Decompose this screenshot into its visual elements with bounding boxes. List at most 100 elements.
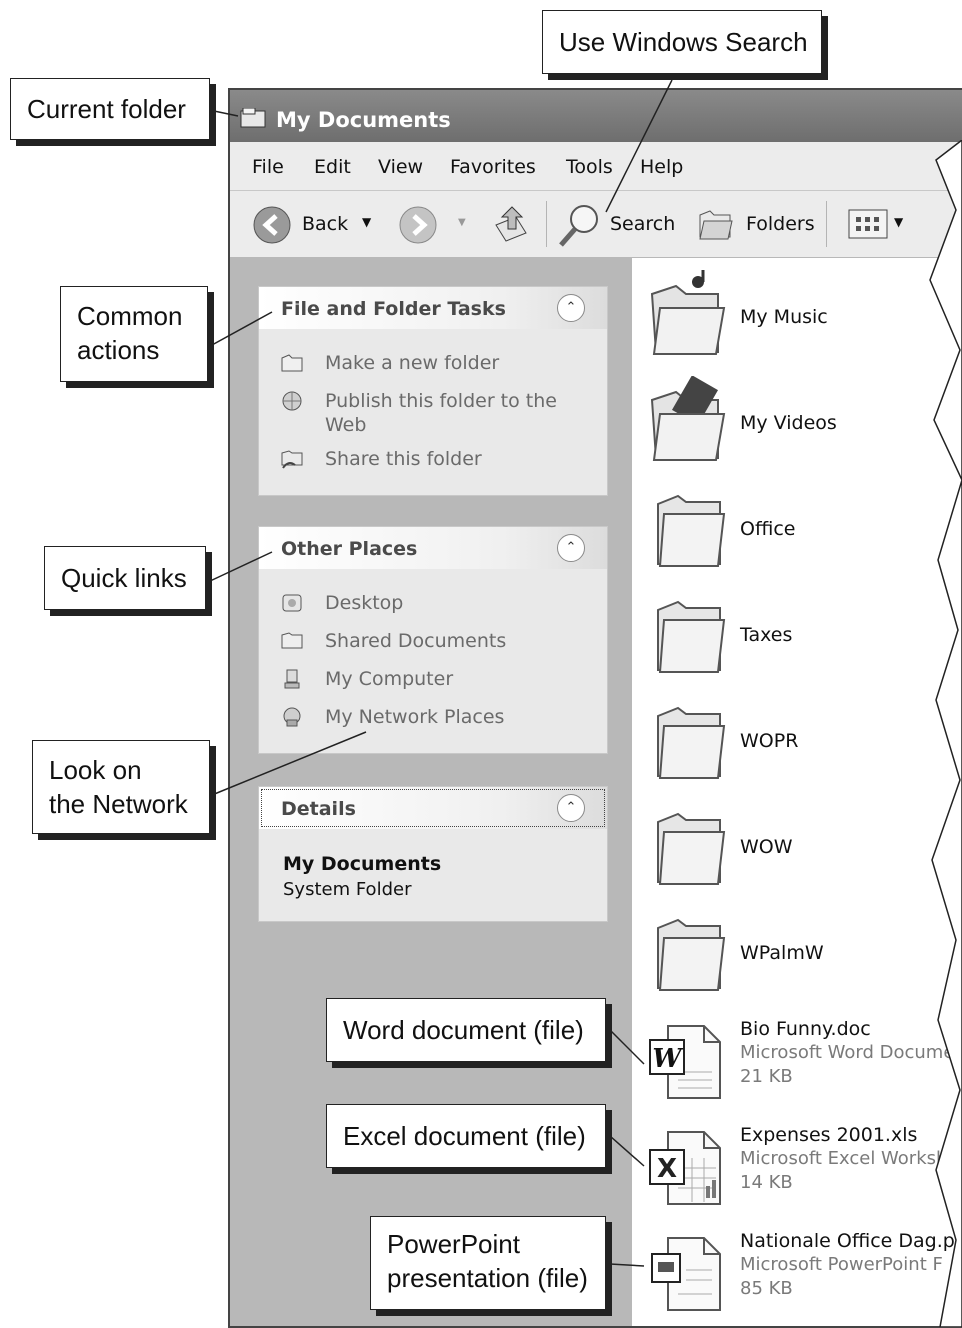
file-name: Expenses 2001.xls	[740, 1124, 918, 1146]
folder-icon	[657, 812, 726, 885]
callout-text: Current folder	[27, 94, 186, 124]
file-size: 21 KB	[740, 1066, 793, 1087]
callout-text: Look on	[49, 755, 142, 785]
callout-text: the Network	[49, 789, 188, 819]
callout-text: presentation (file)	[387, 1263, 588, 1293]
task-label: Share this folder	[325, 448, 482, 470]
views-icon[interactable]	[848, 209, 888, 239]
file-size: 14 KB	[740, 1172, 793, 1193]
callout-powerpoint: PowerPoint presentation (file)	[370, 1216, 606, 1310]
place-label: My Computer	[325, 668, 454, 690]
collapse-icon[interactable]: ⌃	[557, 534, 585, 562]
details-name: My Documents	[283, 853, 442, 875]
list-item[interactable]: Taxes	[642, 588, 962, 678]
back-button[interactable]: Back	[302, 213, 348, 235]
chevron-down-icon[interactable]: ▼	[458, 217, 466, 228]
callout-text: actions	[77, 335, 160, 365]
forward-arrow-icon[interactable]	[398, 205, 438, 245]
panel-header[interactable]: File and Folder Tasks ⌃	[259, 287, 607, 329]
panel-header[interactable]: Details ⌃	[259, 787, 607, 829]
shared-folder-icon	[281, 632, 303, 649]
search-icon[interactable]	[556, 201, 602, 249]
list-item[interactable]: My Music	[642, 270, 962, 360]
computer-icon	[284, 669, 300, 689]
menu-file[interactable]: File	[252, 156, 284, 178]
collapse-icon[interactable]: ⌃	[557, 794, 585, 822]
place-label: My Network Places	[325, 706, 505, 728]
panel-title: Details	[281, 798, 356, 820]
file-name: My Videos	[740, 412, 837, 434]
menu-help[interactable]: Help	[640, 156, 683, 178]
search-button[interactable]: Search	[610, 213, 675, 235]
toolbar: Back ▼ ▼ Search Folders ▼	[230, 191, 962, 258]
file-name: WPalmW	[740, 942, 824, 964]
folders-button[interactable]: Folders	[746, 213, 815, 235]
file-size: 85 KB	[740, 1278, 793, 1299]
folder-icon	[657, 706, 726, 779]
file-name: Office	[740, 518, 796, 540]
callout-text: Common	[77, 301, 183, 331]
callout-network: Look on the Network	[32, 740, 210, 834]
panel-title: File and Folder Tasks	[281, 298, 506, 320]
file-type: Microsoft PowerPoint F	[740, 1254, 943, 1275]
list-item[interactable]: My Videos	[642, 376, 962, 466]
place-label: Desktop	[325, 592, 404, 614]
folder-window-icon	[240, 108, 266, 128]
music-folder-icon	[650, 270, 726, 355]
chevron-down-icon[interactable]: ▼	[362, 215, 371, 229]
folder-icon	[657, 600, 726, 673]
list-item[interactable]: WPalmW	[642, 906, 962, 996]
file-list: My Music My Videos Office Taxes WOPR WOW…	[632, 258, 962, 1326]
callout-text: Word document (file)	[343, 1015, 584, 1045]
callout-text: Excel document (file)	[343, 1121, 586, 1151]
callout-text: PowerPoint	[387, 1229, 520, 1259]
excel-doc-icon: X	[649, 1131, 721, 1205]
powerpoint-doc-icon	[651, 1237, 721, 1311]
desktop-icon	[282, 594, 302, 612]
back-arrow-icon[interactable]	[252, 205, 292, 245]
chevron-down-icon[interactable]: ▼	[894, 215, 903, 229]
list-item[interactable]: Office	[642, 482, 962, 572]
new-folder-icon	[281, 354, 303, 372]
menu-edit[interactable]: Edit	[314, 156, 351, 178]
callout-excel: Excel document (file)	[326, 1104, 606, 1168]
menu-favorites[interactable]: Favorites	[450, 156, 536, 178]
callout-text: Use Windows Search	[559, 27, 808, 57]
file-name: Taxes	[740, 624, 793, 646]
svg-text:W: W	[652, 1044, 684, 1074]
callout-search: Use Windows Search	[542, 10, 822, 74]
globe-icon	[282, 391, 302, 411]
callout-quick-links: Quick links	[44, 546, 206, 610]
details-type: System Folder	[283, 879, 412, 900]
file-tasks-panel: File and Folder Tasks ⌃ Make a new folde…	[258, 286, 608, 496]
folders-icon[interactable]	[696, 205, 736, 245]
list-item[interactable]: WOPR	[642, 694, 962, 784]
file-name: WOW	[740, 836, 793, 858]
list-item[interactable]: X Expenses 2001.xls Microsoft Excel Work…	[642, 1118, 962, 1208]
collapse-icon[interactable]: ⌃	[557, 294, 585, 322]
list-item[interactable]: WOW	[642, 800, 962, 890]
callout-current-folder: Current folder	[10, 78, 210, 140]
list-item[interactable]: Nationale Office Dag.pr Microsoft PowerP…	[642, 1224, 962, 1314]
panel-header[interactable]: Other Places ⌃	[259, 527, 607, 569]
menu-view[interactable]: View	[378, 156, 423, 178]
callout-text: Quick links	[61, 563, 187, 593]
details-panel: Details ⌃ My Documents System Folder	[258, 786, 608, 922]
window-title: My Documents	[276, 108, 451, 132]
torn-edge	[929, 140, 962, 1327]
svg-text:X: X	[657, 1154, 677, 1184]
other-places-panel: Other Places ⌃ Desktop Shared Documents …	[258, 526, 608, 754]
up-folder-icon[interactable]	[492, 203, 530, 245]
video-folder-icon	[650, 376, 726, 461]
menu-tools[interactable]: Tools	[566, 156, 613, 178]
share-folder-icon	[281, 450, 303, 469]
menu-bar: File Edit View Favorites Tools Help	[230, 142, 962, 191]
list-item[interactable]: W Bio Funny.doc Microsoft Word Documer 2…	[642, 1012, 962, 1102]
file-name: My Music	[740, 306, 828, 328]
task-label: Make a new folder	[325, 352, 500, 374]
callout-common-actions: Common actions	[60, 286, 208, 382]
title-bar[interactable]: My Documents	[230, 90, 962, 142]
panel-title: Other Places	[281, 538, 418, 560]
folder-icon	[657, 918, 726, 991]
file-name: Bio Funny.doc	[740, 1018, 871, 1040]
